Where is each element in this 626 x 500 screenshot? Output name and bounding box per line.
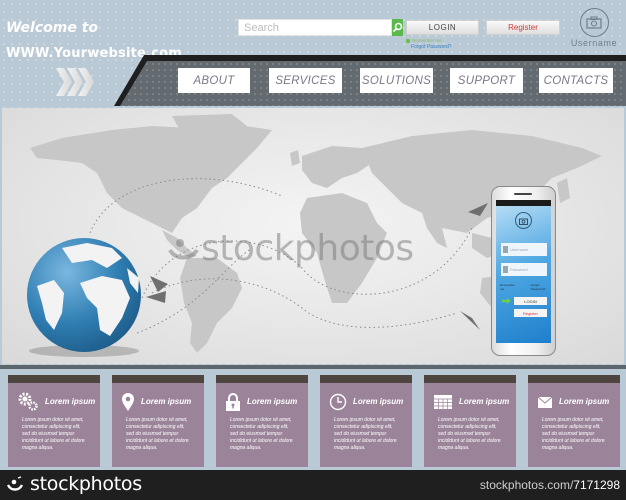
watermark-logo-icon (168, 238, 199, 259)
image-id-url: stockphotos.com/7171298 (480, 478, 620, 492)
remember-me-checkbox[interactable]: Remember me (406, 38, 442, 43)
stockphotos-logo[interactable]: stockphotos (6, 473, 142, 495)
forgot-password-link[interactable]: Forgot Password? (411, 44, 452, 50)
clock-icon (329, 393, 347, 410)
location-pin-icon (122, 392, 134, 411)
logo-text: stockphotos (30, 473, 142, 495)
register-button[interactable]: Register (486, 20, 560, 35)
arrow-icon (146, 291, 166, 303)
calendar-icon (434, 394, 452, 409)
card-header-bar (528, 375, 620, 383)
nav-support[interactable]: SUPPORT (450, 68, 523, 93)
lock-icon (503, 266, 508, 273)
card-header-bar (424, 375, 516, 383)
feature-card[interactable]: Lorem ipsum Lorem ipsum dolor sit amet, … (528, 375, 620, 467)
card-title: Lorem ipsum (459, 397, 510, 406)
search-icon (392, 22, 403, 33)
feature-card[interactable]: Lorem ipsum Lorem ipsum dolor sit amet, … (320, 375, 412, 467)
card-text: Lorem ipsum dolor sit amet, consectetur … (438, 417, 501, 451)
nav-about[interactable]: ABOUT (178, 68, 250, 93)
feature-card[interactable]: Lorem ipsum Lorem ipsum dolor sit amet, … (112, 375, 204, 467)
image-id: 7171298 (573, 478, 620, 492)
phone-password-placeholder: Password (510, 267, 528, 272)
smartphone-mockup: Username Password Remember me Forgot Pas… (491, 186, 556, 356)
globe-icon (27, 238, 141, 352)
camera-icon (586, 16, 602, 29)
nav-contacts[interactable]: CONTACTS (539, 68, 613, 93)
watermark-text: stockphotos (201, 228, 414, 269)
phone-username-field[interactable]: Username (501, 243, 547, 256)
search-button[interactable] (392, 19, 403, 36)
card-text: Lorem ipsum dolor sit amet, consectetur … (126, 417, 189, 451)
section-divider (0, 365, 626, 369)
nav-services[interactable]: SERVICES (269, 68, 342, 93)
phone-login-button[interactable]: LOGIN (514, 297, 547, 305)
gears-icon (18, 392, 38, 411)
remember-me-label: Remember me (412, 38, 442, 43)
checkbox-icon (406, 38, 410, 43)
card-text: Lorem ipsum dolor sit amet, consectetur … (230, 417, 293, 451)
arrow-icon (150, 276, 168, 292)
user-icon (503, 246, 508, 253)
phone-login-screen: Username Password Remember me Forgot Pas… (496, 206, 551, 343)
phone-username-placeholder: Username (510, 247, 529, 252)
card-title: Lorem ipsum (141, 397, 192, 406)
url-prefix: stockphotos.com/ (479, 478, 574, 492)
mail-icon (537, 396, 553, 408)
card-text: Lorem ipsum dolor sit amet, consectetur … (542, 417, 605, 451)
username-label: Username (570, 38, 618, 48)
card-text: Lorem ipsum dolor sit amet, consectetur … (334, 417, 397, 451)
welcome-text: Welcome to (6, 20, 99, 36)
watermark: stockphotos (167, 228, 414, 269)
card-title: Lorem ipsum (559, 397, 610, 406)
phone-password-field[interactable]: Password (501, 263, 547, 276)
feature-card[interactable]: Lorem ipsum Lorem ipsum dolor sit amet, … (216, 375, 308, 467)
card-title: Lorem ipsum (247, 397, 298, 406)
card-header-bar (8, 375, 100, 383)
chevrons-decoration (56, 68, 94, 96)
card-header-bar (320, 375, 412, 383)
phone-remember-me[interactable]: Remember me (500, 283, 517, 291)
nav-solutions[interactable]: SOLUTIONS (360, 68, 433, 93)
feature-card[interactable]: Lorem ipsum Lorem ipsum dolor sit amet, … (424, 375, 516, 467)
search-input[interactable] (238, 19, 392, 36)
card-header-bar (216, 375, 308, 383)
user-profile[interactable]: Username (566, 8, 622, 48)
lock-icon (226, 392, 240, 411)
camera-icon (515, 212, 532, 229)
phone-remember-row: Remember me Forgot Password? (500, 283, 551, 291)
card-title: Lorem ipsum (353, 397, 404, 406)
arrow-icon (460, 311, 480, 330)
phone-screen: Username Password Remember me Forgot Pas… (496, 200, 551, 343)
footer-bar: stockphotos stockphotos.com/7171298 (0, 470, 626, 500)
phone-speaker (514, 193, 532, 195)
card-text: Lorem ipsum dolor sit amet, consectetur … (22, 417, 85, 451)
card-title: Lorem ipsum (45, 397, 96, 406)
search-bar (238, 19, 403, 36)
avatar (579, 8, 609, 37)
phone-register-button[interactable]: Register (514, 309, 547, 317)
login-button[interactable]: LOGIN (406, 20, 479, 35)
feature-card[interactable]: Lorem ipsum Lorem ipsum dolor sit amet, … (8, 375, 100, 467)
arrow-right-icon (502, 298, 511, 304)
smile-logo-icon (6, 476, 24, 491)
card-header-bar (112, 375, 204, 383)
phone-forgot-password[interactable]: Forgot Password? (531, 283, 551, 291)
